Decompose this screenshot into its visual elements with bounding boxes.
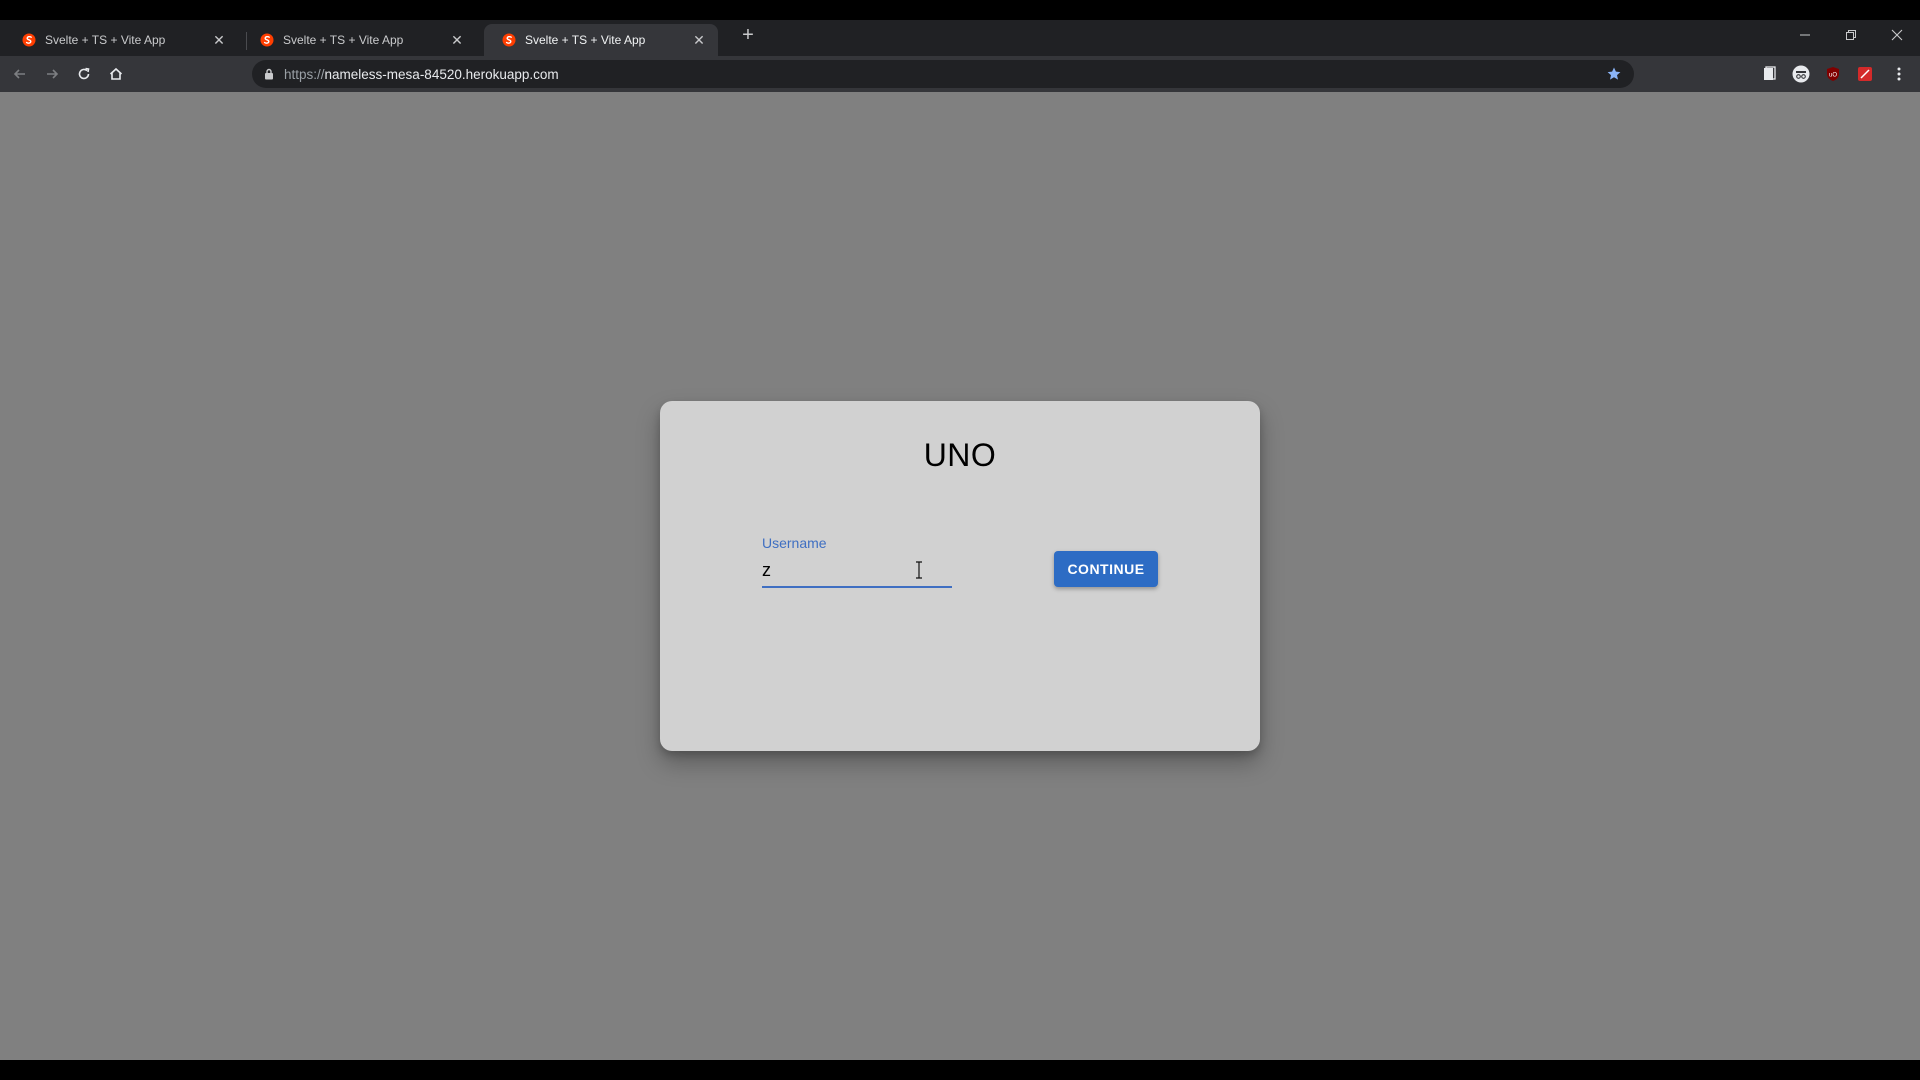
screen-top-border	[0, 0, 1920, 20]
page-title: UNO	[923, 437, 997, 473]
continue-button[interactable]: CONTINUE	[1054, 551, 1158, 587]
minimize-window-icon[interactable]	[1782, 20, 1828, 50]
browser-tab[interactable]: Svelte + TS + Vite App ✕	[242, 24, 476, 56]
restore-window-icon[interactable]	[1828, 20, 1874, 50]
tab-title: Svelte + TS + Vite App	[283, 33, 404, 47]
tab-title: Svelte + TS + Vite App	[45, 33, 166, 47]
reload-icon[interactable]	[70, 60, 98, 88]
home-icon[interactable]	[102, 60, 130, 88]
svg-text:uO: uO	[1829, 73, 1837, 79]
text-cursor-icon	[916, 561, 922, 579]
screen-bottom-border	[0, 1060, 1920, 1080]
svelte-favicon-icon	[22, 33, 36, 47]
incognito-extension-icon[interactable]	[1792, 65, 1810, 83]
close-tab-icon[interactable]: ✕	[448, 31, 466, 49]
close-window-icon[interactable]	[1874, 20, 1920, 50]
page-viewport: UNO Username CONTINUE	[0, 92, 1920, 1060]
red-extension-icon[interactable]	[1856, 65, 1874, 83]
forward-arrow-icon[interactable]	[38, 60, 66, 88]
more-menu-icon[interactable]	[1890, 65, 1908, 83]
lock-icon[interactable]	[262, 67, 276, 81]
back-arrow-icon[interactable]	[6, 60, 34, 88]
bookmark-star-icon[interactable]	[1606, 66, 1622, 82]
close-tab-icon[interactable]: ✕	[690, 31, 708, 49]
new-tab-plus-icon[interactable]: +	[737, 24, 759, 46]
browser-tab[interactable]: Svelte + TS + Vite App ✕	[4, 24, 238, 56]
browser-toolbar: https://nameless-mesa-84520.herokuapp.co…	[0, 56, 1920, 92]
svelte-favicon-icon	[502, 33, 516, 47]
svelte-favicon-icon	[260, 33, 274, 47]
close-tab-icon[interactable]: ✕	[210, 31, 228, 49]
username-input[interactable]	[762, 558, 952, 588]
browser-tab-strip: Svelte + TS + Vite App ✕ Svelte + TS + V…	[0, 20, 1920, 56]
username-label: Username	[762, 535, 827, 551]
browser-tab-active[interactable]: Svelte + TS + Vite App ✕	[484, 24, 718, 56]
ublock-extension-icon[interactable]: uO	[1824, 65, 1842, 83]
url-text[interactable]: https://nameless-mesa-84520.herokuapp.co…	[284, 67, 559, 82]
reading-list-icon[interactable]	[1760, 65, 1778, 83]
login-card: UNO Username CONTINUE	[660, 401, 1260, 751]
tab-title: Svelte + TS + Vite App	[525, 33, 646, 47]
address-bar[interactable]: https://nameless-mesa-84520.herokuapp.co…	[252, 60, 1634, 88]
